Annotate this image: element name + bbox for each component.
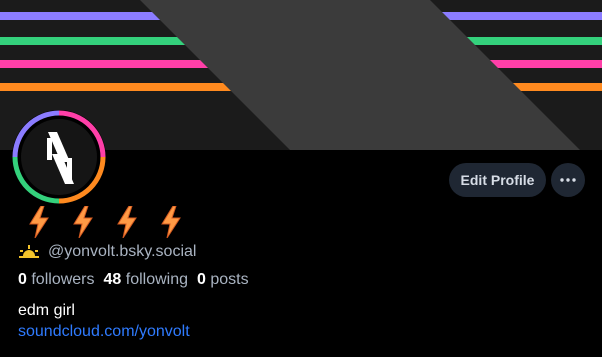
lightning-icon [29, 206, 49, 238]
profile-stats: 0 followers 48 following 0 posts [18, 271, 249, 289]
sun-rising-icon [19, 245, 39, 258]
more-options-button[interactable] [551, 163, 585, 197]
posts-count: 0 [197, 271, 206, 288]
emoji-badge-row [28, 206, 182, 238]
handle-row: @yonvolt.bsky.social [18, 243, 196, 261]
profile-handle: @yonvolt.bsky.social [48, 243, 197, 260]
posts-stat: 0 posts [197, 271, 249, 289]
lightning-icon [161, 206, 181, 238]
profile-link[interactable]: soundcloud.com/yonvolt [18, 323, 190, 341]
followers-count: 0 [18, 271, 27, 288]
ellipsis-icon [560, 178, 576, 182]
edit-profile-button[interactable]: Edit Profile [449, 163, 546, 197]
profile-bio: edm girl [18, 302, 75, 319]
following-label: following [125, 271, 189, 288]
following-count: 48 [103, 271, 122, 288]
lightning-icon [117, 206, 137, 238]
lightning-icon [73, 206, 93, 238]
posts-label: posts [210, 271, 249, 288]
avatar[interactable] [12, 110, 106, 204]
followers-stat[interactable]: 0 followers [18, 271, 95, 289]
following-stat[interactable]: 48 following [104, 271, 189, 289]
followers-label: followers [31, 271, 95, 288]
yonvolt-logo [12, 110, 106, 204]
